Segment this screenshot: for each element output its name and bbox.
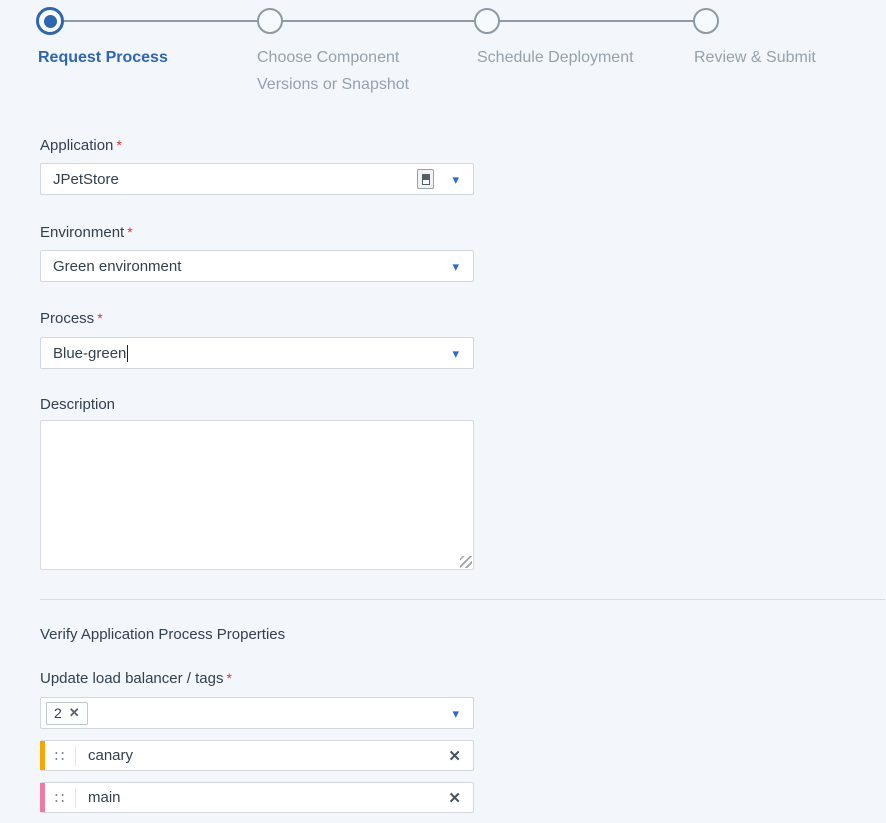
- step-circle-request-process[interactable]: [36, 7, 64, 35]
- description-textarea[interactable]: [41, 421, 473, 569]
- document-glyph: [422, 174, 430, 185]
- section-title: Verify Application Process Properties: [40, 626, 285, 643]
- tag-row-main: ∷ main ✕: [40, 782, 474, 813]
- application-select[interactable]: JPetStore ▾: [40, 163, 474, 195]
- step-circle-schedule-deployment[interactable]: [474, 8, 500, 34]
- environment-label: Environment*: [40, 224, 133, 241]
- process-combobox[interactable]: Blue-green ▾: [40, 337, 474, 369]
- selected-count-chip[interactable]: 2 ✕: [46, 702, 88, 725]
- required-asterisk: *: [127, 224, 132, 240]
- deployment-request-form: { "stepper": { "steps": [ { "label": "Re…: [0, 0, 886, 823]
- drag-handle-icon[interactable]: ∷: [45, 789, 75, 807]
- step-label-request-process[interactable]: Request Process: [38, 44, 168, 71]
- application-details-icon[interactable]: [417, 169, 434, 189]
- process-value: Blue-green: [53, 345, 126, 362]
- chevron-down-icon[interactable]: ▾: [450, 173, 461, 186]
- chevron-down-icon[interactable]: ▾: [450, 707, 461, 720]
- step-circle-choose-versions[interactable]: [257, 8, 283, 34]
- required-asterisk: *: [226, 670, 231, 686]
- environment-select[interactable]: Green environment ▾: [40, 250, 474, 282]
- chevron-down-icon[interactable]: ▾: [450, 347, 461, 360]
- required-asterisk: *: [97, 310, 102, 326]
- load-balancer-multiselect[interactable]: 2 ✕ ▾: [40, 697, 474, 729]
- description-label: Description: [40, 396, 115, 413]
- step-label-schedule-deployment[interactable]: Schedule Deployment: [477, 44, 634, 71]
- section-divider: [40, 599, 885, 600]
- step-circle-review-submit[interactable]: [693, 8, 719, 34]
- text-cursor: [127, 345, 128, 362]
- resize-handle[interactable]: [460, 556, 472, 568]
- selected-count: 2: [54, 705, 62, 721]
- tag-name: main: [75, 788, 436, 808]
- remove-tag-icon[interactable]: ✕: [436, 747, 473, 765]
- remove-tag-icon[interactable]: ✕: [436, 789, 473, 807]
- step-label-review-submit[interactable]: Review & Submit: [694, 44, 816, 71]
- description-field-wrapper: [40, 420, 474, 570]
- process-label: Process*: [40, 310, 103, 327]
- chip-remove-icon[interactable]: ✕: [69, 705, 80, 721]
- application-value: JPetStore: [53, 171, 119, 188]
- required-asterisk: *: [116, 137, 121, 153]
- drag-handle-icon[interactable]: ∷: [45, 747, 75, 765]
- application-label: Application*: [40, 137, 122, 154]
- step-active-dot: [44, 15, 57, 28]
- environment-value: Green environment: [53, 258, 181, 275]
- chevron-down-icon[interactable]: ▾: [450, 260, 461, 273]
- tag-name: canary: [75, 746, 436, 766]
- stepper-track: [50, 20, 706, 22]
- tag-row-canary: ∷ canary ✕: [40, 740, 474, 771]
- load-balancer-label: Update load balancer / tags*: [40, 670, 232, 687]
- step-label-choose-versions[interactable]: Choose Component Versions or Snapshot: [257, 44, 429, 98]
